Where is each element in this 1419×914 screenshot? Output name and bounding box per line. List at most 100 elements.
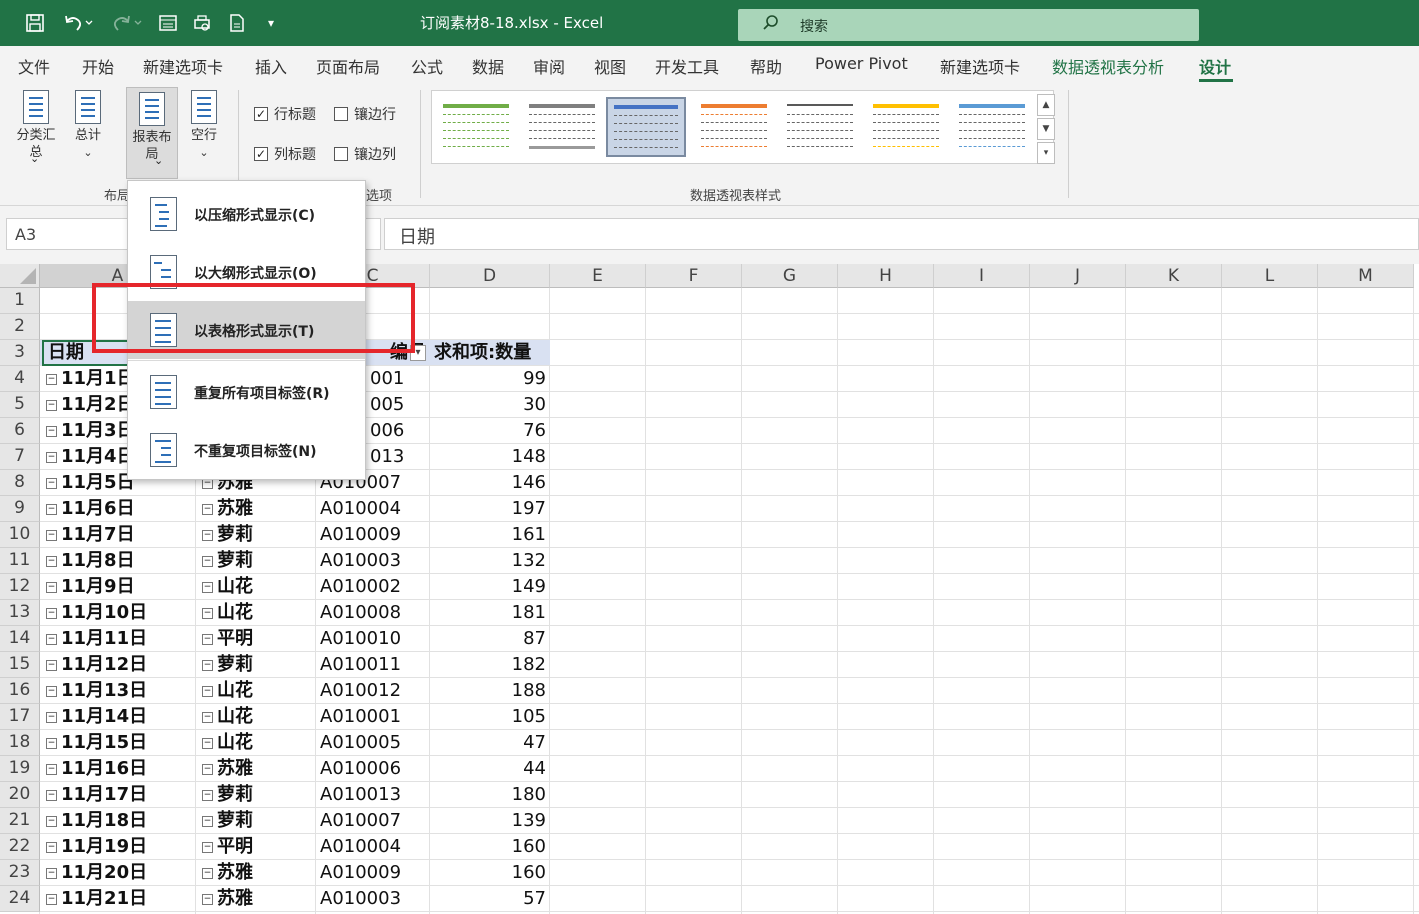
pivot-name-cell[interactable]: − 平明 bbox=[202, 834, 253, 860]
pivot-date-cell[interactable]: −11月16日 bbox=[46, 756, 147, 782]
pivot-code-cell[interactable]: A010004 bbox=[320, 834, 401, 860]
pivot-quantity-cell[interactable]: 87 bbox=[430, 626, 546, 652]
collapse-icon[interactable]: − bbox=[46, 477, 57, 489]
pivot-name-cell[interactable]: − 苏雅 bbox=[202, 756, 253, 782]
collapse-icon[interactable]: − bbox=[202, 893, 213, 905]
pivot-quantity-cell[interactable]: 160 bbox=[430, 860, 546, 886]
tab-insert[interactable]: 插入 bbox=[255, 54, 287, 78]
column-header[interactable]: M bbox=[1318, 264, 1414, 288]
undo-icon[interactable] bbox=[58, 10, 98, 36]
pivot-quantity-cell[interactable]: 182 bbox=[430, 652, 546, 678]
column-header[interactable]: H bbox=[838, 264, 934, 288]
pivot-name-cell[interactable]: − 萝莉 bbox=[202, 808, 253, 834]
pivot-code-cell[interactable]: 013 bbox=[370, 444, 404, 470]
pivot-date-cell[interactable]: −11月17日 bbox=[46, 782, 147, 808]
collapse-icon[interactable]: − bbox=[202, 841, 213, 853]
row-header[interactable]: 23 bbox=[0, 860, 40, 886]
pivot-code-cell[interactable]: A010002 bbox=[320, 574, 401, 600]
blank-rows-button[interactable]: 空行 ⌄ bbox=[180, 90, 228, 161]
collapse-icon[interactable]: − bbox=[46, 893, 57, 905]
row-header[interactable]: 11 bbox=[0, 548, 40, 574]
row-header[interactable]: 6 bbox=[0, 418, 40, 444]
pivot-date-cell[interactable]: −11月2日 bbox=[46, 392, 135, 418]
collapse-icon[interactable]: − bbox=[46, 633, 57, 645]
column-header[interactable]: D bbox=[430, 264, 550, 288]
tab-formulas[interactable]: 公式 bbox=[411, 54, 443, 78]
collapse-icon[interactable]: − bbox=[46, 581, 57, 593]
pivot-quantity-cell[interactable]: 188 bbox=[430, 678, 546, 704]
save-icon[interactable] bbox=[22, 10, 48, 36]
tab-review[interactable]: 审阅 bbox=[533, 54, 565, 78]
pivot-name-cell[interactable]: − 萝莉 bbox=[202, 522, 253, 548]
tab-help[interactable]: 帮助 bbox=[750, 54, 782, 78]
banded-rows-checkbox[interactable]: 镶边行 bbox=[334, 104, 396, 124]
pivot-code-cell[interactable]: A010009 bbox=[320, 522, 401, 548]
collapse-icon[interactable]: − bbox=[202, 867, 213, 879]
pivot-date-cell[interactable]: −11月9日 bbox=[46, 574, 135, 600]
print-preview-icon[interactable] bbox=[189, 10, 215, 36]
row-header[interactable]: 1 bbox=[0, 288, 40, 314]
column-header[interactable]: J bbox=[1030, 264, 1126, 288]
column-header[interactable]: I bbox=[934, 264, 1030, 288]
collapse-icon[interactable]: − bbox=[202, 555, 213, 567]
pivot-date-cell[interactable]: −11月4日 bbox=[46, 444, 135, 470]
collapse-icon[interactable]: − bbox=[46, 607, 57, 619]
row-header[interactable]: 17 bbox=[0, 704, 40, 730]
pivot-date-cell[interactable]: −11月6日 bbox=[46, 496, 135, 522]
tab-power-pivot[interactable]: Power Pivot bbox=[815, 54, 908, 73]
row-header[interactable]: 8 bbox=[0, 470, 40, 496]
collapse-icon[interactable]: − bbox=[202, 737, 213, 749]
collapse-icon[interactable]: − bbox=[202, 685, 213, 697]
row-header[interactable]: 16 bbox=[0, 678, 40, 704]
pivot-code-cell[interactable]: A010011 bbox=[320, 652, 401, 678]
pivot-style-swatch[interactable] bbox=[780, 97, 860, 157]
pivot-quantity-cell[interactable]: 197 bbox=[430, 496, 546, 522]
pivot-name-cell[interactable]: − 苏雅 bbox=[202, 496, 253, 522]
pivot-date-cell[interactable]: −11月8日 bbox=[46, 548, 135, 574]
collapse-icon[interactable]: − bbox=[202, 789, 213, 801]
collapse-icon[interactable]: − bbox=[202, 763, 213, 775]
row-header[interactable]: 19 bbox=[0, 756, 40, 782]
pivot-code-cell[interactable]: A010010 bbox=[320, 626, 401, 652]
tab-page-layout[interactable]: 页面布局 bbox=[316, 54, 380, 78]
pivot-date-cell[interactable]: −11月1日 bbox=[46, 366, 135, 392]
collapse-icon[interactable]: − bbox=[202, 581, 213, 593]
pivot-code-cell[interactable]: A010007 bbox=[320, 808, 401, 834]
row-header[interactable]: 21 bbox=[0, 808, 40, 834]
row-header[interactable]: 3 bbox=[0, 340, 40, 366]
pivot-code-cell[interactable]: A010008 bbox=[320, 600, 401, 626]
pivot-name-cell[interactable]: − 山花 bbox=[202, 678, 253, 704]
pivot-name-cell[interactable]: − 山花 bbox=[202, 600, 253, 626]
pivot-date-cell[interactable]: −11月12日 bbox=[46, 652, 147, 678]
document-icon[interactable] bbox=[224, 10, 250, 36]
collapse-icon[interactable]: − bbox=[46, 451, 57, 463]
row-header[interactable]: 24 bbox=[0, 886, 40, 912]
row-header[interactable]: 13 bbox=[0, 600, 40, 626]
collapse-icon[interactable]: − bbox=[46, 555, 57, 567]
collapse-icon[interactable]: − bbox=[46, 841, 57, 853]
pivot-quantity-cell[interactable]: 139 bbox=[430, 808, 546, 834]
column-header[interactable]: L bbox=[1222, 264, 1318, 288]
select-all-corner[interactable] bbox=[0, 264, 40, 288]
pivot-quantity-cell[interactable]: 160 bbox=[430, 834, 546, 860]
pivot-style-swatch[interactable] bbox=[866, 97, 946, 157]
pivot-code-cell[interactable]: A010012 bbox=[320, 678, 401, 704]
pivot-quantity-cell[interactable]: 57 bbox=[430, 886, 546, 912]
tab-developer[interactable]: 开发工具 bbox=[655, 54, 719, 78]
row-header[interactable]: 7 bbox=[0, 444, 40, 470]
pivot-code-cell[interactable]: 005 bbox=[370, 392, 404, 418]
gallery-scroll-down-icon[interactable]: ▼ bbox=[1037, 118, 1055, 140]
collapse-icon[interactable]: − bbox=[202, 711, 213, 723]
column-header[interactable]: F bbox=[646, 264, 742, 288]
pivot-quantity-cell[interactable]: 148 bbox=[430, 444, 546, 470]
pivot-code-cell[interactable]: 001 bbox=[370, 366, 404, 392]
pivot-name-cell[interactable]: − 平明 bbox=[202, 626, 253, 652]
tab-design[interactable]: 设计 bbox=[1199, 54, 1231, 78]
pivot-name-cell[interactable]: − 苏雅 bbox=[202, 886, 253, 912]
collapse-icon[interactable]: − bbox=[46, 529, 57, 541]
row-header[interactable]: 10 bbox=[0, 522, 40, 548]
tab-file[interactable]: 文件 bbox=[18, 54, 50, 78]
tab-home[interactable]: 开始 bbox=[82, 54, 114, 78]
pivot-date-cell[interactable]: −11月20日 bbox=[46, 860, 147, 886]
collapse-icon[interactable]: − bbox=[46, 763, 57, 775]
